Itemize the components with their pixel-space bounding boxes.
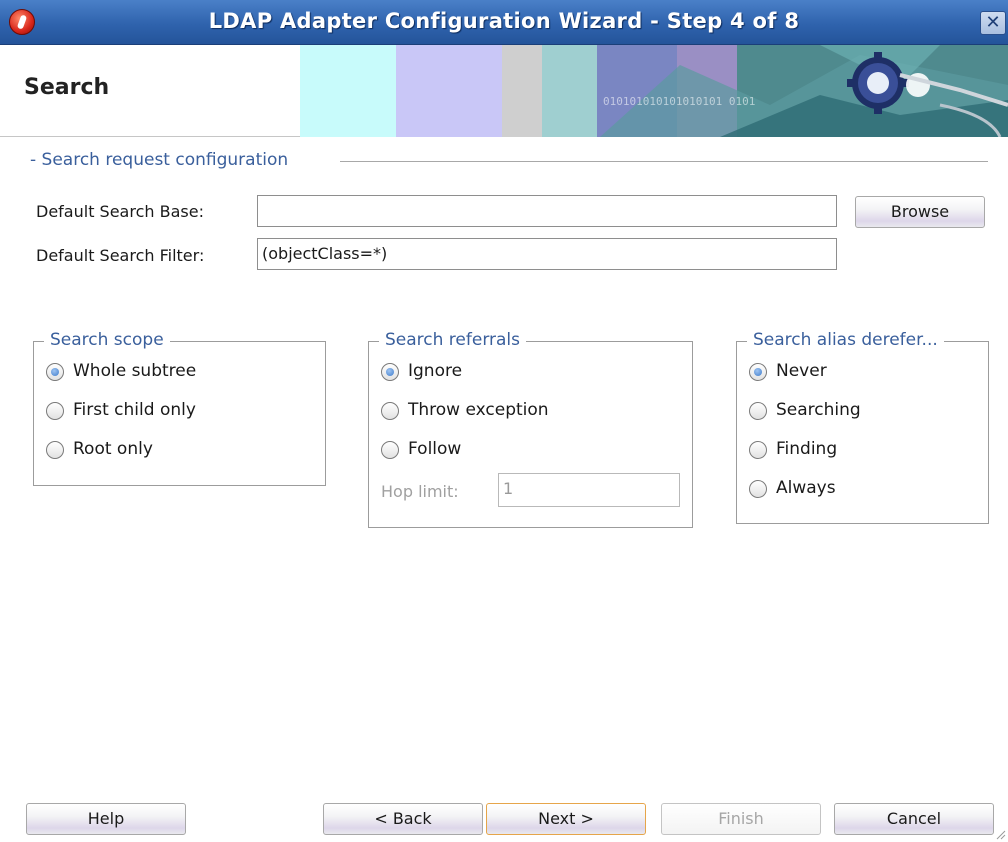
browse-button-label: Browse xyxy=(890,202,950,221)
finish-button-label: Finish xyxy=(718,809,764,828)
radio-label: Ignore xyxy=(408,361,463,381)
page-title: Search xyxy=(24,75,110,100)
radio-button[interactable] xyxy=(749,480,767,498)
radio-label: Always xyxy=(776,478,836,498)
close-icon[interactable]: ✕ xyxy=(980,11,1006,35)
search-scope-title: Search scope xyxy=(44,330,170,350)
search-base-label: Default Search Base: xyxy=(36,202,204,221)
search-base-input[interactable] xyxy=(257,195,837,227)
finish-button[interactable]: Finish xyxy=(661,803,821,835)
radio-button[interactable] xyxy=(46,441,64,459)
window-titlebar[interactable]: LDAP Adapter Configuration Wizard - Step… xyxy=(0,0,1008,45)
resize-grip-icon[interactable] xyxy=(994,828,1006,840)
radio-button[interactable] xyxy=(749,441,767,459)
search-filter-label: Default Search Filter: xyxy=(36,246,205,265)
radio-label: Searching xyxy=(776,400,861,420)
section-legend: - Search request configuration xyxy=(30,150,289,170)
cancel-button-label: Cancel xyxy=(886,809,942,828)
radio-label: Root only xyxy=(73,439,153,459)
window-title: LDAP Adapter Configuration Wizard - Step… xyxy=(208,9,800,33)
help-button-label: Help xyxy=(87,809,125,828)
radio-button-checked[interactable] xyxy=(381,363,399,381)
radio-label: Follow xyxy=(408,439,462,459)
wizard-banner: Search 010101010101010101 0101 xyxy=(0,45,1008,137)
search-referrals-group: Search referrals Ignore Throw exception … xyxy=(368,330,693,528)
next-button[interactable]: Next > xyxy=(486,803,646,835)
hop-limit-label: Hop limit: xyxy=(381,482,459,501)
next-button-label: Next > xyxy=(538,809,594,828)
radio-button[interactable] xyxy=(749,402,767,420)
radio-label: Finding xyxy=(776,439,838,459)
cancel-button[interactable]: Cancel xyxy=(834,803,994,835)
radio-button[interactable] xyxy=(381,402,399,420)
radio-label: First child only xyxy=(73,400,196,420)
banner-graphic xyxy=(300,45,1008,137)
section-divider xyxy=(340,161,988,162)
banner-binary-text: 010101010101010101 0101 xyxy=(603,95,756,108)
search-alias-title: Search alias derefer... xyxy=(747,330,944,350)
back-button-label: < Back xyxy=(374,809,432,828)
back-button[interactable]: < Back xyxy=(323,803,483,835)
help-button[interactable]: Help xyxy=(26,803,186,835)
radio-label: Throw exception xyxy=(408,400,549,420)
search-filter-input[interactable]: (objectClass=*) xyxy=(257,238,837,270)
browse-button[interactable]: Browse xyxy=(855,196,985,228)
radio-label: Whole subtree xyxy=(73,361,197,381)
search-alias-group: Search alias derefer... Never Searching … xyxy=(736,330,989,524)
search-referrals-title: Search referrals xyxy=(379,330,527,350)
radio-label: Never xyxy=(776,361,827,381)
search-scope-group: Search scope Whole subtree First child o… xyxy=(33,330,326,486)
radio-button-checked[interactable] xyxy=(749,363,767,381)
radio-button-checked[interactable] xyxy=(46,363,64,381)
radio-button[interactable] xyxy=(381,441,399,459)
radio-button[interactable] xyxy=(46,402,64,420)
hop-limit-input[interactable]: 1 xyxy=(498,473,680,507)
